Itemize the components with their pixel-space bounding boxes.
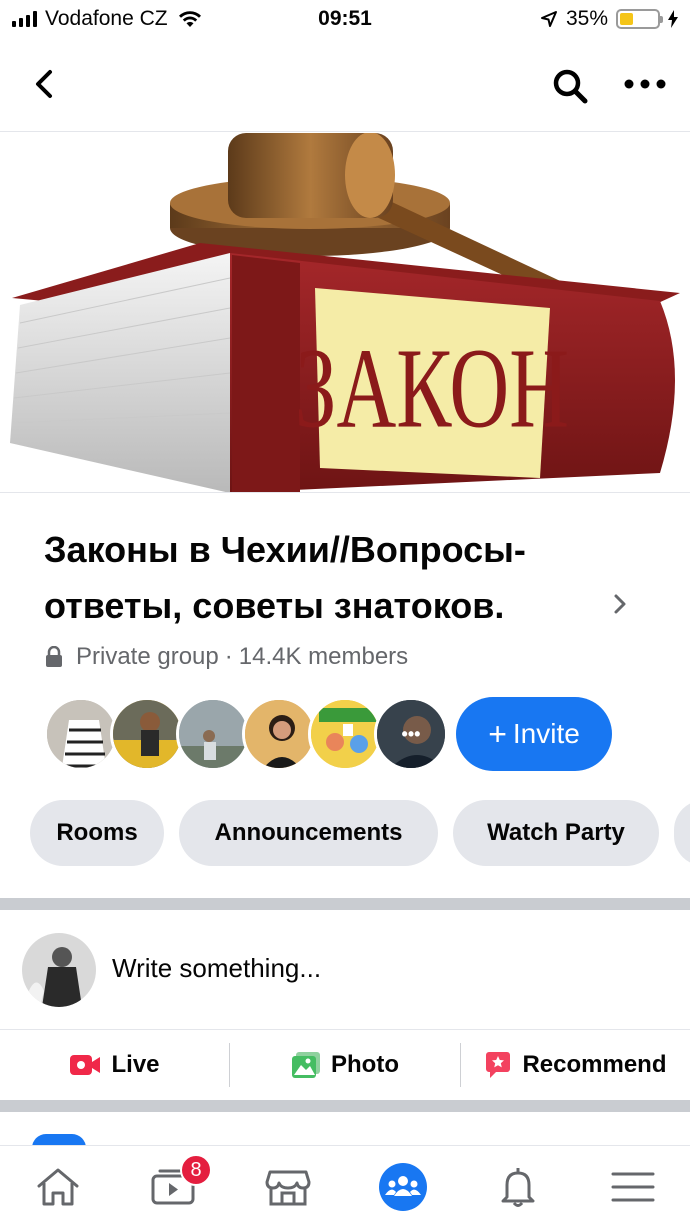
members-count[interactable]: 14.4K members xyxy=(239,643,408,671)
tab-marketplace[interactable] xyxy=(230,1146,345,1227)
member-avatar[interactable] xyxy=(242,697,316,771)
tab-groups[interactable] xyxy=(345,1146,460,1227)
law-book-gavel-image: ЗАКОН xyxy=(10,133,680,492)
member-avatar[interactable] xyxy=(44,697,118,771)
groups-icon xyxy=(378,1163,427,1211)
chip-overflow[interactable] xyxy=(674,800,690,866)
location-arrow-icon xyxy=(540,11,557,27)
member-avatar-more[interactable]: ••• xyxy=(374,697,448,771)
chip-rooms[interactable]: Rooms xyxy=(30,800,164,866)
back-chevron-icon[interactable] xyxy=(28,66,64,102)
cover-book-label: ЗАКОН xyxy=(295,325,569,452)
plus-icon: + xyxy=(488,716,507,752)
bell-icon xyxy=(501,1168,534,1207)
group-title[interactable]: Законы в Чехии//Вопросы-ответы, советы з… xyxy=(44,522,654,634)
composer-actions: Live Photo Recommend xyxy=(0,1031,690,1099)
invite-button[interactable]: + Invite xyxy=(456,697,612,771)
lock-icon xyxy=(46,646,62,667)
status-right: 35% xyxy=(540,7,678,31)
battery-icon xyxy=(616,9,663,29)
bottom-tab-bar: 8 xyxy=(0,1145,690,1227)
group-title-text: Законы в Чехии//Вопросы-ответы, советы з… xyxy=(44,529,526,626)
search-icon[interactable] xyxy=(550,66,590,106)
battery-percent: 35% xyxy=(565,7,608,30)
live-video-icon xyxy=(70,1055,101,1075)
watch-badge: 8 xyxy=(180,1154,212,1186)
write-something-input[interactable]: Write something... xyxy=(112,953,321,984)
group-meta: Private group · 14.4K members xyxy=(44,643,408,671)
tab-home[interactable] xyxy=(0,1146,115,1227)
section-divider xyxy=(0,898,690,910)
top-nav-bar xyxy=(0,48,690,132)
marketplace-icon xyxy=(265,1170,310,1206)
home-icon xyxy=(37,1168,78,1206)
group-tabs-chips: Rooms Announcements Watch Party xyxy=(30,800,690,868)
photo-button[interactable]: Photo xyxy=(230,1031,460,1099)
meta-separator: · xyxy=(224,643,233,670)
privacy-label: Private group xyxy=(76,643,219,670)
invite-label: Invite xyxy=(512,718,580,749)
more-dots-icon[interactable] xyxy=(620,66,670,102)
recommend-button[interactable]: Recommend xyxy=(461,1031,690,1099)
tab-menu[interactable] xyxy=(575,1146,690,1227)
menu-icon xyxy=(611,1172,654,1202)
photo-icon xyxy=(292,1052,320,1078)
chevron-right-icon[interactable] xyxy=(608,590,632,618)
tab-watch[interactable]: 8 xyxy=(115,1146,230,1227)
status-bar: Vodafone CZ 09:51 35% xyxy=(0,0,690,40)
recommend-star-icon xyxy=(486,1052,511,1078)
more-members-dots: ••• xyxy=(401,723,421,744)
chip-watch-party[interactable]: Watch Party xyxy=(453,800,659,866)
charging-bolt-icon xyxy=(668,10,678,28)
post-composer[interactable]: Write something... xyxy=(0,910,690,1030)
chip-announcements[interactable]: Announcements xyxy=(179,800,438,866)
tab-notifications[interactable] xyxy=(460,1146,575,1227)
user-avatar[interactable] xyxy=(22,933,96,1007)
group-cover-photo[interactable]: ЗАКОН xyxy=(0,133,690,493)
member-avatar[interactable] xyxy=(110,697,184,771)
member-avatar[interactable] xyxy=(308,697,382,771)
section-divider xyxy=(0,1100,690,1112)
member-avatar[interactable] xyxy=(176,697,250,771)
live-button[interactable]: Live xyxy=(0,1031,229,1099)
